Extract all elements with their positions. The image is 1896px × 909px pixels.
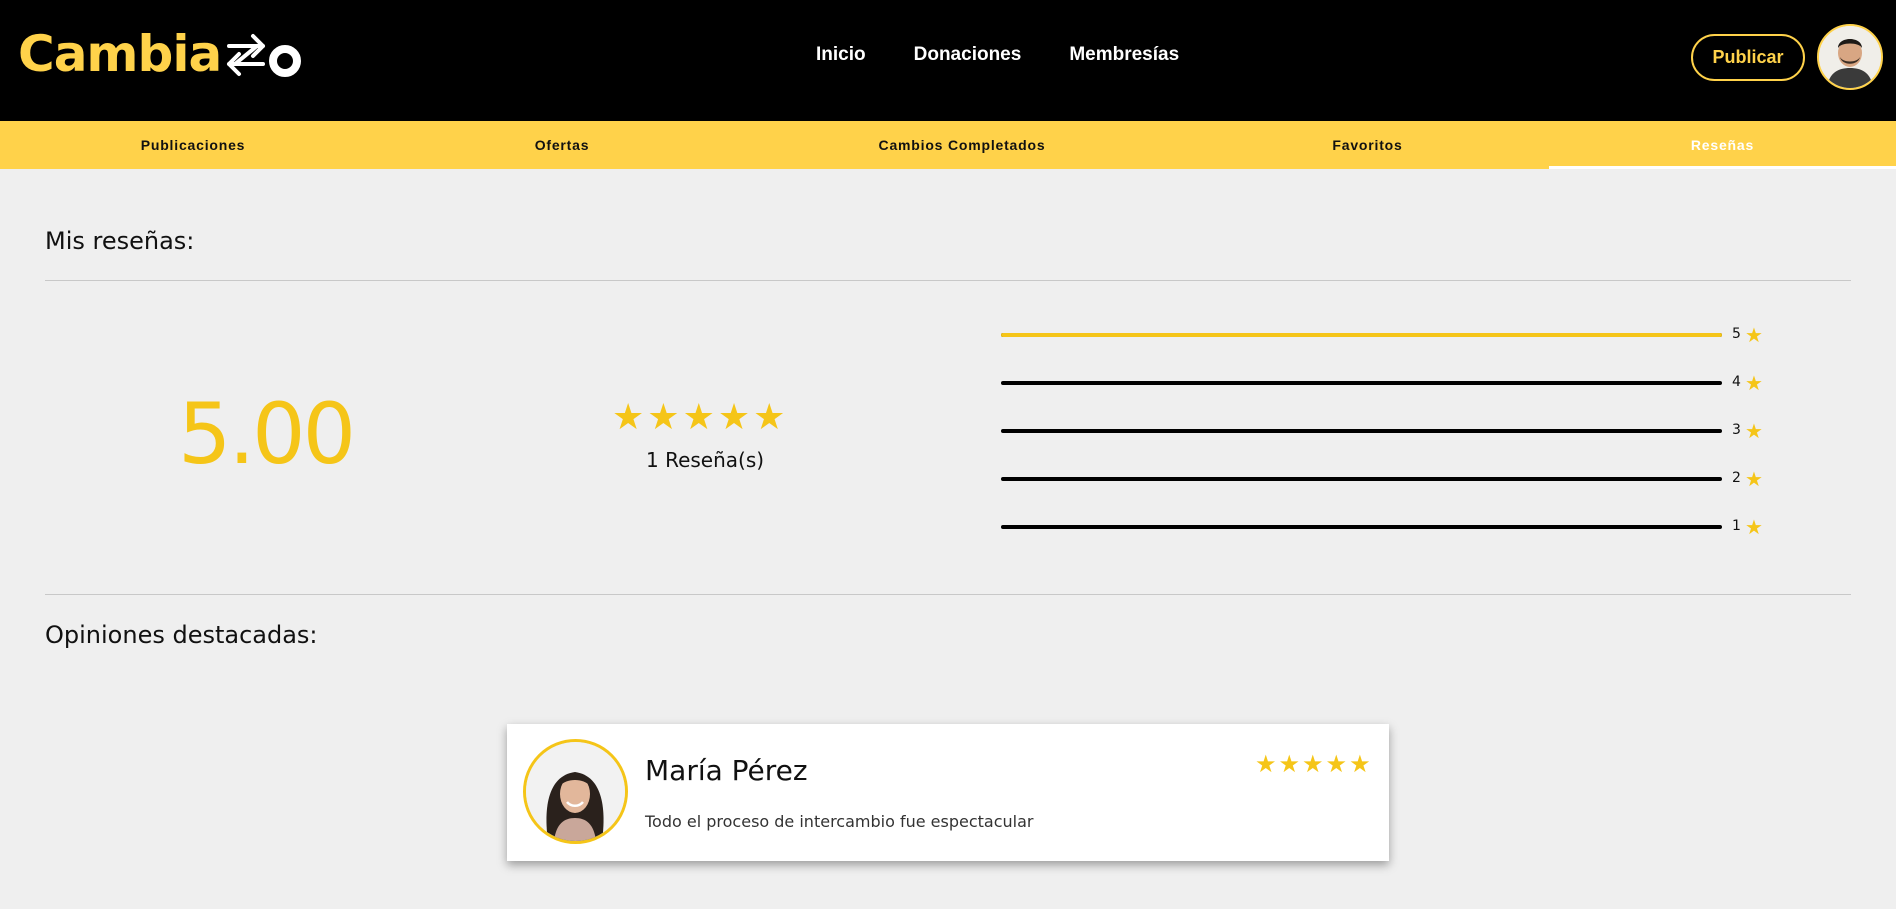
tab-ofertas[interactable]: Ofertas — [386, 121, 738, 169]
brand-logo-text: Cambia — [18, 25, 222, 83]
star-icon: ★ — [612, 397, 645, 438]
star-icon: ★ — [1745, 419, 1763, 443]
average-rating: 5.00 — [178, 385, 356, 483]
star-icon: ★ — [717, 397, 751, 438]
average-stars: ★ ★ ★ ★ ★ — [612, 400, 785, 436]
rating-bar-row: 4 ★ — [1001, 370, 1781, 395]
nav-inicio[interactable]: Inicio — [816, 44, 866, 66]
swap-arrows-logo-icon — [227, 34, 302, 77]
rating-bar-track — [1001, 477, 1722, 481]
main-nav: Inicio Donaciones Membresías — [816, 44, 1179, 66]
rating-bar-label: 1 — [1732, 518, 1741, 534]
star-icon: ★ — [753, 397, 786, 438]
rating-bar-track — [1001, 525, 1722, 529]
tab-favoritos[interactable]: Favoritos — [1186, 121, 1549, 169]
star-icon: ★ — [647, 397, 680, 438]
rating-bar-label: 5 — [1732, 326, 1741, 342]
review-count: 1 Reseña(s) — [646, 448, 765, 472]
rating-bar-row: 1 ★ — [1001, 514, 1781, 539]
star-icon: ★ — [1745, 515, 1763, 539]
review-card: María Pérez Todo el proceso de intercamb… — [507, 724, 1389, 861]
rating-bar-label: 2 — [1732, 470, 1741, 486]
brand-logo[interactable]: Cambia — [18, 26, 303, 82]
reviewer-name: María Pérez — [645, 754, 808, 787]
rating-bar-row: 5 ★ — [1001, 322, 1781, 347]
reviews-section-title: Mis reseñas: — [45, 227, 195, 255]
tab-publicaciones[interactable]: Publicaciones — [0, 121, 386, 169]
star-icon: ★ — [1745, 323, 1763, 347]
star-icon: ★ — [1255, 750, 1277, 778]
profile-tabs: Publicaciones Ofertas Cambios Completado… — [0, 121, 1896, 169]
star-icon: ★ — [1278, 750, 1301, 778]
nav-donaciones[interactable]: Donaciones — [914, 44, 1022, 66]
review-stars: ★ ★ ★ ★ ★ — [1255, 752, 1371, 776]
user-avatar-image — [1819, 26, 1881, 88]
divider — [45, 594, 1851, 595]
top-header: Cambia Inicio Donaciones Membresías Publ… — [0, 0, 1896, 121]
nav-membresias[interactable]: Membresías — [1069, 44, 1179, 66]
rating-bar-track — [1001, 381, 1722, 385]
star-icon: ★ — [1745, 467, 1763, 491]
publish-button[interactable]: Publicar — [1691, 34, 1805, 81]
star-icon: ★ — [1325, 750, 1348, 778]
rating-bar-label: 4 — [1732, 374, 1741, 390]
tab-resenas[interactable]: Reseñas — [1549, 121, 1896, 169]
review-text: Todo el proceso de intercambio fue espec… — [645, 812, 1034, 831]
rating-bar-row: 3 ★ — [1001, 418, 1781, 443]
star-icon: ★ — [1349, 750, 1371, 778]
featured-section-title: Opiniones destacadas: — [45, 621, 318, 649]
star-icon: ★ — [682, 397, 715, 438]
rating-bar-fill — [1001, 333, 1722, 337]
rating-bar-track — [1001, 429, 1722, 433]
reviewer-avatar — [523, 739, 628, 844]
divider — [45, 280, 1851, 281]
star-icon: ★ — [1745, 371, 1763, 395]
rating-bar-label: 3 — [1732, 422, 1741, 438]
reviewer-avatar-image — [526, 742, 625, 841]
user-avatar[interactable] — [1817, 24, 1883, 90]
star-icon: ★ — [1302, 750, 1324, 778]
rating-bar-row: 2 ★ — [1001, 466, 1781, 491]
tab-cambios-completados[interactable]: Cambios Completados — [738, 121, 1186, 169]
